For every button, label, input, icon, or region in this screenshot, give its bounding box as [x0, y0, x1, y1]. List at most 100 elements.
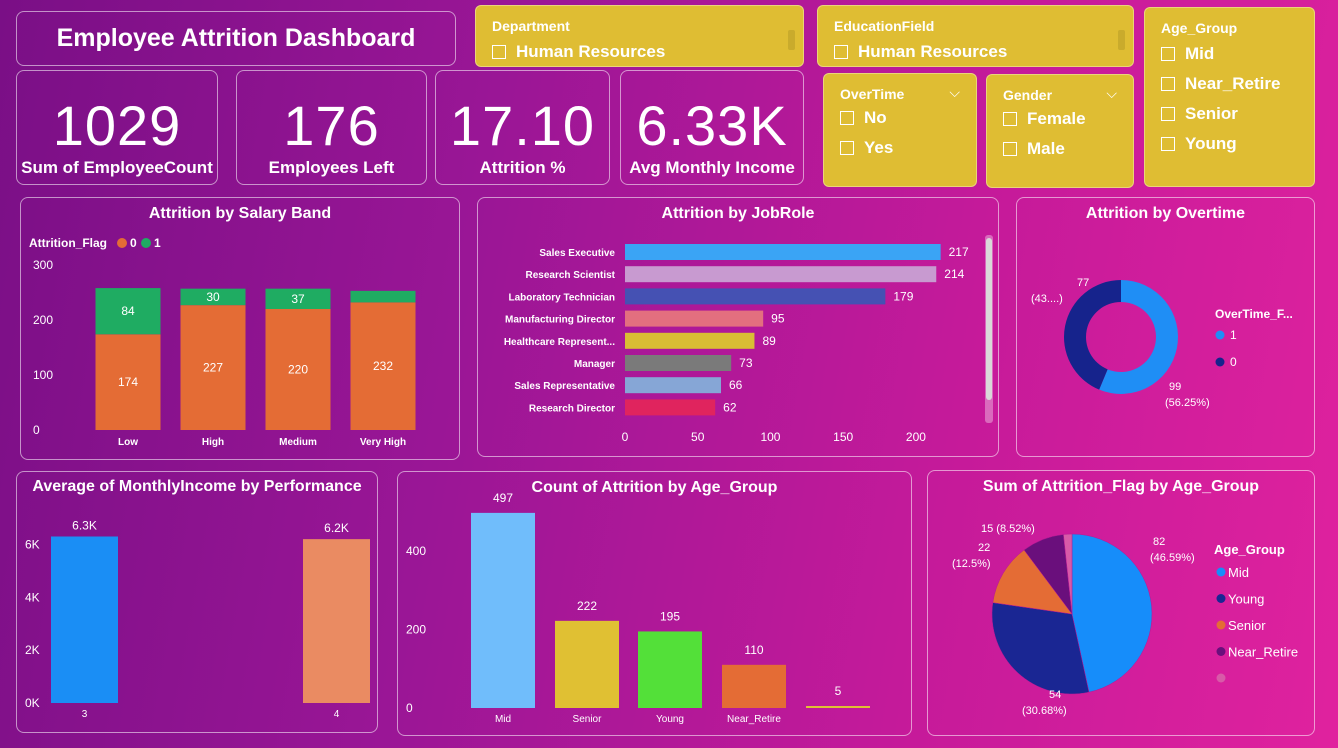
gender-slicer[interactable]: Gender ⌵ Female Male	[986, 74, 1134, 188]
y-tick-label: 100	[33, 368, 53, 382]
legend-label: 0	[1230, 355, 1237, 369]
slicer-option-label: Mid	[1185, 44, 1215, 63]
y-tick-label: 0	[33, 423, 40, 437]
checkbox[interactable]	[1161, 137, 1175, 151]
slicer-option-label: Senior	[1185, 104, 1238, 123]
x-tick-label: 3	[82, 709, 88, 720]
age-group-slicer[interactable]: Age_Group Mid Near_Retire Senior Young	[1144, 7, 1315, 187]
legend-marker	[1215, 330, 1225, 340]
slicer-option[interactable]: Male	[1003, 139, 1065, 159]
x-tick-label: 0	[622, 430, 629, 444]
slicer-option-label: No	[864, 108, 887, 127]
slicer-option[interactable]: Female	[1003, 109, 1086, 129]
data-label: 37	[291, 292, 305, 306]
checkbox[interactable]	[1003, 142, 1017, 156]
legend-label: 1	[1230, 328, 1237, 342]
education-field-slicer[interactable]: EducationField Human Resources	[817, 5, 1134, 67]
bar	[625, 244, 941, 260]
y-tick-label: 300	[33, 258, 53, 272]
slicer-option[interactable]: Yes	[840, 138, 893, 158]
slicer-option[interactable]: Near_Retire	[1161, 74, 1280, 94]
legend-marker	[1216, 620, 1226, 630]
data-label: (30.68%)	[1022, 705, 1067, 717]
chevron-down-icon[interactable]: ⌵	[1106, 85, 1117, 102]
y-tick-label: 200	[406, 622, 426, 636]
data-label: 99	[1169, 381, 1181, 393]
slicer-option[interactable]: No	[840, 108, 887, 128]
kpi-label: Attrition %	[479, 158, 566, 177]
legend-title: OverTime_F...	[1215, 307, 1293, 321]
bar	[625, 288, 886, 305]
data-label: 195	[660, 609, 680, 623]
x-tick-label: Senior	[573, 714, 603, 725]
department-slicer[interactable]: Department Human Resources	[475, 5, 804, 67]
checkbox[interactable]	[834, 45, 848, 59]
slicer-option[interactable]: Young	[1161, 134, 1237, 154]
slicer-title: Gender	[1003, 87, 1053, 103]
checkbox[interactable]	[1161, 77, 1175, 91]
legend-label: Mid	[1228, 565, 1249, 580]
slicer-title: Department	[492, 18, 570, 34]
data-label: 6.3K	[72, 519, 97, 533]
data-label: 15 (8.52%)	[981, 523, 1035, 535]
bar	[625, 355, 732, 371]
y-tick-label: Sales Representative	[514, 381, 615, 392]
bar-segment	[350, 290, 416, 303]
data-label: 62	[723, 400, 737, 414]
slicer-scrollbar[interactable]	[1118, 30, 1125, 50]
checkbox[interactable]	[840, 141, 854, 155]
legend-label: 1	[154, 236, 161, 250]
chevron-down-icon[interactable]: ⌵	[949, 84, 960, 101]
x-tick-label: High	[202, 437, 224, 448]
data-label: (12.5%)	[952, 558, 991, 570]
x-tick-label: 150	[833, 430, 853, 444]
data-label: 66	[729, 378, 743, 392]
checkbox[interactable]	[840, 111, 854, 125]
slicer-option[interactable]: Human Resources	[492, 42, 665, 62]
y-tick-label: 0	[406, 701, 413, 715]
kpi-card-employees-left: 176 Employees Left	[236, 70, 427, 185]
x-tick-label: 100	[760, 430, 780, 444]
kpi-value: 17.10	[449, 94, 596, 157]
checkbox[interactable]	[492, 45, 506, 59]
data-label: 89	[762, 334, 776, 348]
y-tick-label: 6K	[25, 537, 40, 551]
data-label: 227	[203, 361, 223, 375]
checkbox[interactable]	[1161, 107, 1175, 121]
slicer-option-label: Yes	[864, 138, 894, 157]
overtime-slicer[interactable]: OverTime ⌵ No Yes	[823, 73, 977, 187]
x-tick-label: 200	[906, 430, 926, 444]
x-tick-label: Medium	[279, 437, 317, 448]
bar	[555, 620, 619, 708]
y-tick-label: 0K	[25, 696, 40, 710]
slicer-option[interactable]: Human Resources	[834, 42, 1007, 62]
page-title: Employee Attrition Dashboard	[56, 24, 416, 52]
bar	[303, 539, 370, 703]
kpi-label: Avg Monthly Income	[629, 158, 795, 177]
slicer-scrollbar[interactable]	[788, 30, 795, 50]
legend-title: Age_Group	[1214, 542, 1285, 557]
slicer-option-label: Young	[1185, 134, 1237, 153]
x-tick-label: 4	[334, 709, 340, 720]
legend-label: Senior	[1228, 618, 1266, 633]
y-tick-label: Sales Executive	[539, 248, 615, 259]
slicer-option[interactable]: Senior	[1161, 104, 1238, 124]
y-tick-label: 200	[33, 313, 53, 327]
checkbox[interactable]	[1003, 112, 1017, 126]
data-label: 232	[373, 359, 393, 373]
data-label: 217	[949, 245, 969, 259]
kpi-value: 176	[283, 94, 380, 157]
data-label: 82	[1153, 536, 1165, 548]
y-tick-label: 4K	[25, 590, 40, 604]
checkbox[interactable]	[1161, 47, 1175, 61]
kpi-value: 6.33K	[636, 94, 788, 157]
legend-label: Young	[1228, 592, 1264, 607]
y-tick-label: Healthcare Represent...	[504, 337, 615, 348]
legend-label: 0	[130, 236, 137, 250]
slicer-option[interactable]: Mid	[1161, 44, 1214, 64]
data-label: 77	[1077, 277, 1089, 289]
scrollbar-thumb	[986, 238, 992, 400]
age-count-chart: 0 200 400 497 Mid 222 Senior 195 Young 110 Near_Re…	[406, 491, 870, 725]
bar	[806, 706, 870, 708]
data-label: 30	[206, 290, 220, 304]
